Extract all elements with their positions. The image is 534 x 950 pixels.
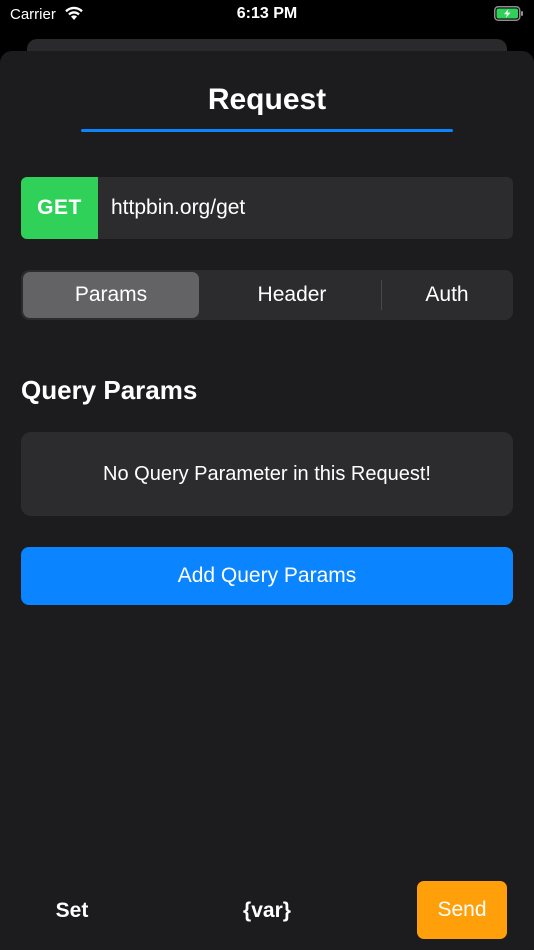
set-button[interactable]: Set — [30, 891, 114, 931]
battery-charging-icon — [494, 6, 524, 21]
variables-button[interactable]: {var} — [224, 891, 310, 931]
http-method-button[interactable]: GET — [21, 177, 98, 239]
tab-header[interactable]: Header — [201, 272, 383, 318]
status-time: 6:13 PM — [236, 5, 298, 22]
section-title: Query Params — [21, 375, 198, 405]
tab-auth[interactable]: Auth — [383, 272, 511, 318]
url-row: GET — [21, 177, 513, 239]
send-button[interactable]: Send — [417, 881, 507, 939]
url-input[interactable] — [98, 177, 511, 239]
request-sheet: Request GET Params Header Auth Query Par… — [0, 51, 534, 950]
tab-params[interactable]: Params — [23, 272, 199, 318]
title-underline — [81, 129, 453, 132]
add-query-params-button[interactable]: Add Query Params — [21, 547, 513, 605]
status-bar: Carrier 6:13 PM — [0, 0, 534, 30]
page-title: Request — [207, 83, 327, 116]
empty-params-message: No Query Parameter in this Request! — [21, 432, 513, 516]
app-screen: Carrier 6:13 PM Request GET httpbin.org/… — [0, 0, 534, 950]
tab-divider — [381, 280, 382, 310]
request-tabs: Params Header Auth — [21, 270, 513, 320]
